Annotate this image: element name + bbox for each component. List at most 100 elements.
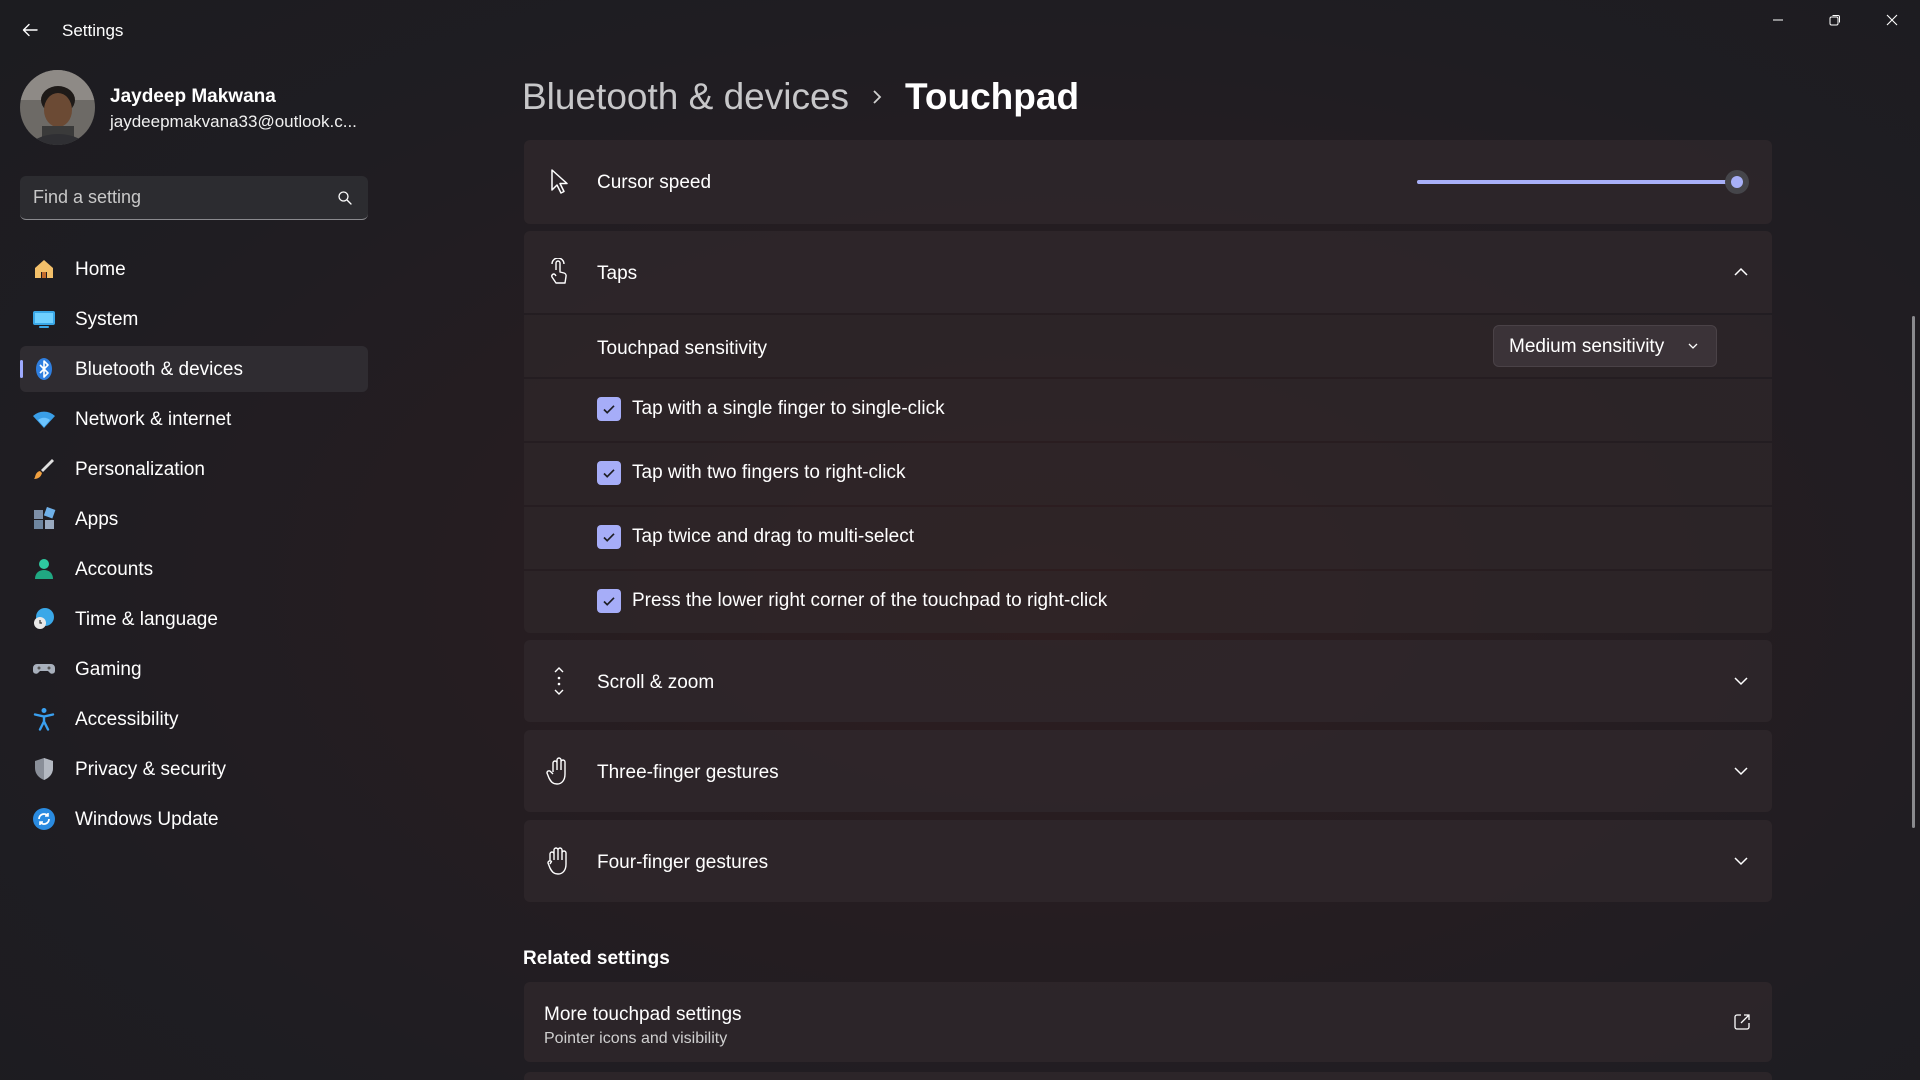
slider-thumb[interactable] (1725, 170, 1750, 194)
slider-fill (1417, 180, 1738, 184)
four-finger-icon (544, 846, 574, 876)
avatar (20, 70, 95, 145)
scrollbar[interactable] (1912, 316, 1915, 828)
tap-option-row[interactable]: Press the lower right corner of the touc… (524, 571, 1772, 633)
update-icon (32, 807, 56, 831)
close-button[interactable] (1863, 0, 1920, 40)
more-touchpad-settings-link[interactable]: More touchpad settings Pointer icons and… (524, 982, 1772, 1062)
chevron-right-icon (857, 82, 897, 112)
sidebar-item-label: Apps (75, 509, 119, 530)
checkbox-checked[interactable] (597, 589, 621, 613)
scroll-zoom-card[interactable]: Scroll & zoom (524, 640, 1772, 722)
chevron-down-icon[interactable] (1730, 760, 1752, 782)
breadcrumb-parent[interactable]: Bluetooth & devices (522, 76, 849, 118)
sidebar-item-label: Network & internet (75, 409, 232, 430)
gaming-icon (32, 657, 56, 681)
maximize-button[interactable] (1806, 0, 1863, 40)
four-finger-gestures-card[interactable]: Four-finger gestures (524, 820, 1772, 902)
related-settings-heading: Related settings (523, 948, 670, 969)
home-icon (32, 257, 56, 281)
chevron-down-icon[interactable] (1730, 850, 1752, 872)
sidebar-item-personalization[interactable]: Personalization (20, 446, 368, 492)
back-button[interactable] (16, 16, 44, 44)
sidebar-item-label: Accounts (75, 559, 154, 580)
external-link-icon (1734, 1014, 1750, 1030)
checkbox-checked[interactable] (597, 525, 621, 549)
sidebar-item-bluetooth-devices[interactable]: Bluetooth & devices (20, 346, 368, 392)
sidebar-item-windows-update[interactable]: Windows Update (20, 796, 368, 842)
taps-header[interactable]: Taps (524, 231, 1772, 313)
sidebar-item-label: Windows Update (75, 809, 219, 830)
accessibility-icon (32, 707, 56, 731)
sidebar-item-label: Bluetooth & devices (75, 359, 243, 380)
tap-gesture-icon (544, 257, 574, 287)
profile-name: Jaydeep Makwana (110, 86, 276, 107)
tap-option-label: Tap with two fingers to right-click (632, 462, 906, 483)
sidebar-item-system[interactable]: System (20, 296, 368, 342)
profile-email: jaydeepmakvana33@outlook.c... (110, 112, 357, 131)
sidebar-item-label: Accessibility (75, 709, 179, 730)
checkbox-checked[interactable] (597, 397, 621, 421)
sidebar-item-label: Gaming (75, 659, 142, 680)
three-finger-gestures-card[interactable]: Three-finger gestures (524, 730, 1772, 812)
brush-icon (32, 457, 56, 481)
checkmark-icon (603, 469, 615, 478)
checkbox-checked[interactable] (597, 461, 621, 485)
scroll-zoom-icon (544, 666, 574, 696)
cursor-speed-card: Cursor speed (524, 140, 1772, 224)
search-input[interactable] (20, 176, 320, 218)
apps-icon (32, 507, 56, 531)
chevron-down-icon (1688, 343, 1698, 349)
sidebar-item-home[interactable]: Home (20, 246, 368, 292)
sidebar-item-gaming[interactable]: Gaming (20, 646, 368, 692)
taps-label: Taps (597, 263, 638, 284)
touchpad-sensitivity-row: Touchpad sensitivity Medium sensitivity (524, 315, 1772, 377)
sidebar-item-accounts[interactable]: Accounts (20, 546, 368, 592)
system-icon (32, 307, 56, 331)
sidebar-item-label: Privacy & security (75, 759, 226, 780)
search-icon[interactable] (336, 189, 354, 207)
section-label: Four-finger gestures (597, 852, 769, 873)
checkmark-icon (603, 597, 615, 606)
cursor-speed-slider[interactable] (1417, 170, 1750, 194)
tap-option-label: Press the lower right corner of the touc… (632, 590, 1108, 611)
title-bar: Settings (0, 0, 1920, 62)
sidebar-item-time-language[interactable]: Time & language (20, 596, 368, 642)
sidebar-item-accessibility[interactable]: Accessibility (20, 696, 368, 742)
search-box[interactable] (20, 176, 368, 220)
avatar-photo (20, 70, 95, 145)
checkmark-icon (603, 533, 615, 542)
minimize-icon (1772, 19, 1783, 21)
sidebar-item-label: Personalization (75, 459, 205, 480)
tap-option-label: Tap with a single finger to single-click (632, 398, 945, 419)
restore-icon (1829, 15, 1840, 26)
tap-option-row[interactable]: Tap with a single finger to single-click (524, 379, 1772, 441)
chevron-down-icon[interactable] (1730, 670, 1752, 692)
minimize-button[interactable] (1749, 0, 1806, 40)
sidebar-item-privacy-security[interactable]: Privacy & security (20, 746, 368, 792)
cursor-icon (544, 167, 574, 197)
chevron-up-icon[interactable] (1730, 261, 1752, 283)
breadcrumb: Bluetooth & devices Touchpad (522, 72, 1079, 122)
sidebar-item-label: Time & language (75, 609, 218, 630)
link-subtitle: Pointer icons and visibility (544, 1030, 728, 1047)
three-finger-icon (544, 756, 574, 786)
sidebar-item-network-internet[interactable]: Network & internet (20, 396, 368, 442)
next-related-card[interactable] (524, 1072, 1772, 1080)
sidebar-item-label: System (75, 309, 139, 330)
sensitivity-dropdown-value: Medium sensitivity (1509, 336, 1665, 357)
page-title: Touchpad (905, 76, 1080, 117)
tap-option-row[interactable]: Tap twice and drag to multi-select (524, 507, 1772, 569)
sidebar-item-apps[interactable]: Apps (20, 496, 368, 542)
back-arrow-icon (22, 23, 38, 37)
section-label: Scroll & zoom (597, 672, 715, 693)
tap-option-row[interactable]: Tap with two fingers to right-click (524, 443, 1772, 505)
sensitivity-dropdown[interactable]: Medium sensitivity (1493, 325, 1717, 367)
tap-option-label: Tap twice and drag to multi-select (632, 526, 914, 547)
section-label: Three-finger gestures (597, 762, 779, 783)
accounts-icon (32, 557, 56, 581)
sidebar-nav: Home System Bluetooth & devices Network … (20, 246, 368, 846)
checkmark-icon (603, 405, 615, 414)
shield-icon (32, 757, 56, 781)
wifi-icon (32, 407, 56, 431)
